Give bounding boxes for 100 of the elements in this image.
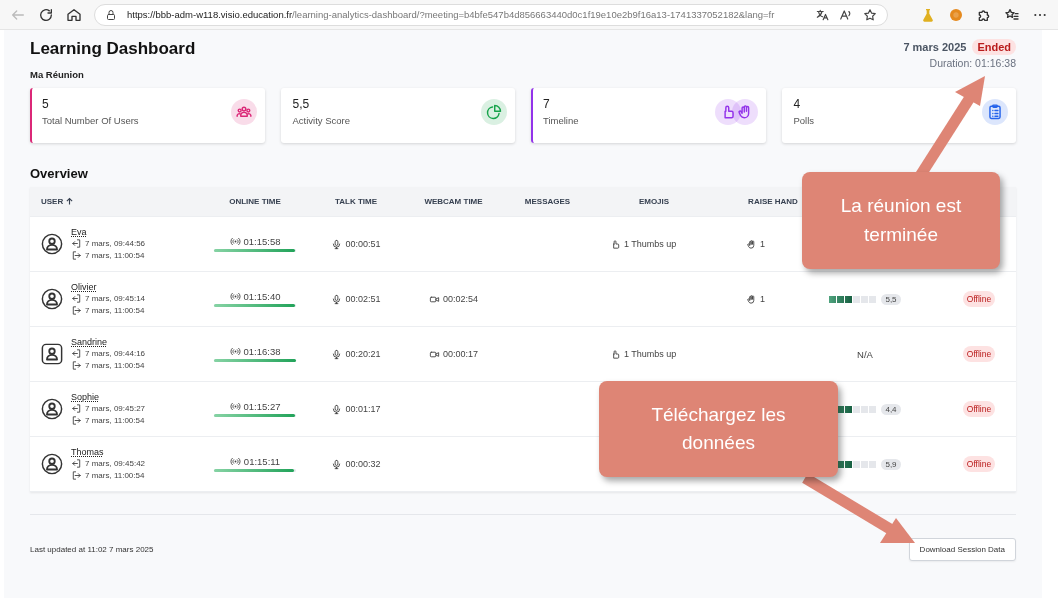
signal-icon (229, 291, 241, 302)
join-time: 7 mars, 09:45:14 (85, 294, 146, 303)
user-name[interactable]: Olivier (71, 282, 97, 292)
stat-value: 5,5 (292, 97, 311, 111)
status-badge: Ended (972, 39, 1016, 55)
online-time: 01:15:40 (243, 291, 281, 302)
join-time: 7 mars, 09:44:56 (85, 239, 146, 248)
join-time: 7 mars, 09:44:16 (85, 349, 146, 358)
thumbs-up-icon (610, 348, 621, 360)
meeting-name: Ma Réunion (30, 69, 85, 80)
star-icon (863, 7, 877, 22)
read-aloud-icon (839, 7, 853, 22)
signal-icon (229, 236, 241, 247)
translate-icon (815, 7, 829, 22)
stat-label: Activity Score (292, 115, 351, 126)
leave-icon (71, 470, 82, 481)
url-text: https://bbb-adm-w118.visio.education.fr/learning-analytics-dashboard/?meeting=b4bfe547b4d856663440d0c1f19e10e2b9f16a13-1741337052182&lang=fr (127, 9, 776, 20)
meeting-date: 7 mars 2025 (903, 41, 967, 53)
status-badge: Offline (962, 291, 996, 307)
online-time: 01:16:38 (243, 346, 281, 357)
signal-icon (229, 401, 241, 412)
webcam-time: 00:00:17 (442, 349, 478, 359)
join-icon (71, 238, 82, 249)
activity-score: 5,5 (881, 293, 901, 305)
online-time: 01:15:58 (243, 236, 281, 247)
callout: La réunion est terminée (802, 172, 1000, 269)
user-circle-icon (41, 233, 63, 255)
leave-icon (71, 250, 82, 261)
user-square-icon (41, 343, 63, 365)
last-updated-text: Last updated at 11:02 7 mars 2025 (30, 545, 154, 554)
signal-icon (229, 456, 241, 467)
status-badge: Offline (962, 456, 996, 472)
microphone-icon (331, 293, 343, 305)
stat-label: Timeline (543, 115, 579, 126)
sort-arrow-icon (65, 197, 75, 206)
column-header: ONLINE TIME (229, 197, 281, 206)
column-header: WEBCAM TIME (424, 197, 483, 206)
callout: Téléchargez les données (599, 381, 838, 477)
refresh-icon[interactable] (38, 6, 54, 23)
raise-hand-count: 1 (760, 239, 765, 249)
column-header: MESSAGES (524, 197, 571, 206)
user-circle-icon (41, 288, 63, 310)
leave-icon (71, 415, 82, 426)
emoji-count: 1 Thumbs up (624, 239, 677, 249)
hand-icon (731, 99, 758, 125)
user-name[interactable]: Thomas (71, 447, 104, 457)
leave-time: 7 mars, 11:00:54 (85, 416, 145, 425)
pie-chart-icon (481, 99, 507, 125)
talk-time: 00:01:17 (345, 404, 381, 414)
column-header[interactable]: USER (41, 197, 75, 206)
join-icon (71, 348, 82, 359)
join-icon (71, 403, 82, 414)
thumbs-up-icon (610, 238, 621, 250)
join-time: 7 mars, 09:45:42 (85, 459, 146, 468)
activity-score: N/A (857, 348, 873, 360)
stat-value: 7 (543, 97, 551, 111)
home-icon[interactable] (66, 6, 82, 23)
section-title: Overview (30, 166, 89, 181)
status-badge: Offline (962, 346, 996, 362)
leave-icon (71, 305, 82, 316)
column-header: TALK TIME (334, 197, 378, 206)
user-circle-icon (41, 453, 63, 475)
hand-icon (746, 238, 757, 250)
users-icon (230, 99, 257, 125)
leave-time: 7 mars, 11:00:54 (85, 251, 145, 260)
user-name[interactable]: Sandrine (71, 337, 108, 347)
microphone-icon (331, 403, 343, 415)
online-time: 01:15:27 (243, 401, 281, 412)
talk-time: 00:00:51 (345, 239, 381, 249)
stat-value: 5 (42, 97, 50, 111)
user-name[interactable]: Eva (71, 227, 87, 237)
leave-time: 7 mars, 11:00:54 (85, 361, 145, 370)
webcam-time: 00:02:54 (442, 294, 478, 304)
favorites-icon[interactable] (1004, 6, 1020, 23)
user-circle-icon (41, 398, 63, 420)
download-button[interactable]: Download Session Data (908, 538, 1016, 561)
status-badge: Offline (962, 401, 996, 417)
stat-label: Polls (793, 115, 815, 126)
hand-icon (746, 293, 757, 305)
user-name[interactable]: Sophie (71, 392, 100, 402)
join-icon (71, 458, 82, 469)
lock-icon (105, 8, 117, 21)
address-bar[interactable]: https://bbb-adm-w118.visio.education.fr/learning-analytics-dashboard/?meeting=b4bfe547b4d856663440d0c1f19e10e2b9f16a13-1741337052182&lang=fr (94, 3, 888, 26)
raise-hand-count: 1 (760, 294, 765, 304)
dashboard-title: Learning Dashboard (30, 39, 196, 59)
talk-time: 00:02:51 (345, 294, 381, 304)
column-header: EMOJIS (638, 197, 670, 206)
stat-value: 4 (793, 97, 802, 111)
column-header: RAISE HAND (748, 197, 798, 206)
leave-time: 7 mars, 11:00:54 (85, 471, 145, 480)
microphone-icon (331, 238, 343, 250)
activity-score: 4,4 (881, 403, 901, 415)
clipboard-icon (982, 99, 1008, 125)
signal-icon (229, 346, 241, 357)
talk-time: 00:00:32 (345, 459, 381, 469)
talk-time: 00:20:21 (345, 349, 381, 359)
leave-time: 7 mars, 11:00:54 (85, 306, 145, 315)
microphone-icon (331, 458, 343, 470)
stat-label: Total Number Of Users (42, 115, 139, 126)
duration-text: Duration: 01:16:38 (929, 57, 1016, 69)
